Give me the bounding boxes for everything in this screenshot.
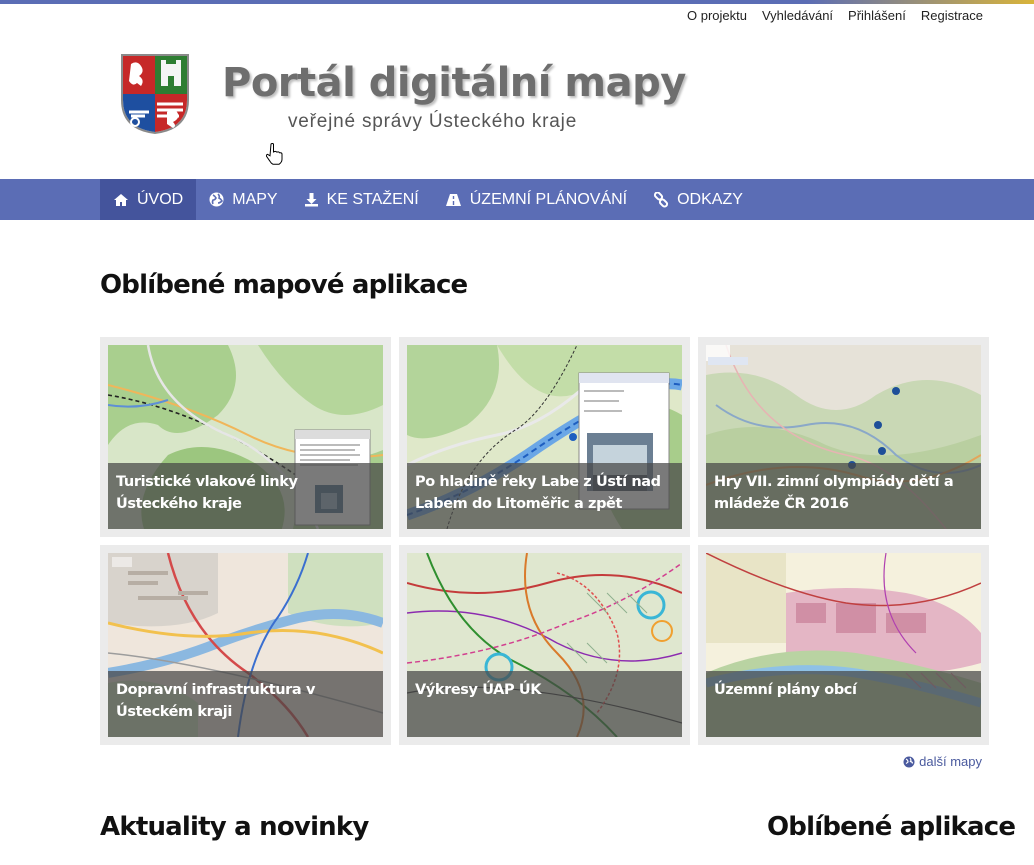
site-subtitle: veřejné správy Ústeckého kraje: [288, 111, 578, 132]
globe-icon: [209, 192, 224, 207]
nav-item-planning[interactable]: ÚZEMNÍ PLÁNOVÁNÍ: [432, 179, 640, 220]
download-icon: [304, 193, 318, 207]
nav-item-label: KE STAŽENÍ: [326, 190, 419, 208]
top-accent-stripe: [0, 0, 1034, 4]
map-tile-uap-drawings[interactable]: Výkresy ÚAP ÚK: [399, 545, 690, 745]
main-navigation: ÚVOD MAPY KE STAŽENÍ ÚZEMNÍ PLÁNOVÁNÍ OD…: [0, 179, 1034, 220]
tile-caption: Po hladině řeky Labe z Ústí nad Labem do…: [407, 463, 682, 529]
tile-caption: Hry VII. zimní olympiády dětí a mládeže …: [706, 463, 981, 529]
map-tile-olympics[interactable]: Hry VII. zimní olympiády dětí a mládeže …: [698, 337, 989, 537]
news-heading: Aktuality a novinky: [100, 812, 369, 842]
tile-caption: Turistické vlakové linky Ústeckého kraje: [108, 463, 383, 529]
nav-item-label: ÚZEMNÍ PLÁNOVÁNÍ: [469, 190, 628, 208]
home-icon: [114, 193, 128, 206]
tile-caption: Výkresy ÚAP ÚK: [407, 671, 682, 737]
top-links: O projektu Vyhledávání Přihlášení Regist…: [687, 8, 983, 23]
map-tile-elbe-boat[interactable]: Po hladině řeky Labe z Ústí nad Labem do…: [399, 337, 690, 537]
nav-item-label: ÚVOD: [137, 190, 184, 208]
toplink-about[interactable]: O projektu: [687, 8, 747, 23]
nav-item-home[interactable]: ÚVOD: [100, 179, 197, 220]
nav-item-label: MAPY: [232, 190, 278, 208]
toplink-search[interactable]: Vyhledávání: [762, 8, 833, 23]
coat-of-arms-logo[interactable]: [117, 50, 193, 136]
map-tile-municipal-plans[interactable]: Územní plány obcí: [698, 545, 989, 745]
more-maps-link[interactable]: další mapy: [903, 754, 982, 769]
favorite-apps-heading: Oblíbené aplikace: [767, 812, 1016, 842]
tile-caption: Dopravní infrastruktura v Ústeckém kraji: [108, 671, 383, 737]
map-tile-transport-infrastructure[interactable]: Dopravní infrastruktura v Ústeckém kraji: [100, 545, 391, 745]
favorite-maps-heading: Oblíbené mapové aplikace: [100, 270, 468, 300]
nav-item-links[interactable]: ODKAZY: [640, 179, 756, 220]
hand-cursor-icon: [265, 143, 284, 165]
site-title[interactable]: Portál digitální mapy: [222, 60, 686, 106]
more-maps-label: další mapy: [919, 754, 982, 769]
toplink-login[interactable]: Přihlášení: [848, 8, 906, 23]
globe-icon: [903, 756, 915, 767]
map-tile-tourist-trains[interactable]: Turistické vlakové linky Ústeckého kraje: [100, 337, 391, 537]
toplink-register[interactable]: Registrace: [921, 8, 983, 23]
road-icon: [445, 193, 461, 206]
link-icon: [654, 191, 669, 208]
tile-caption: Územní plány obcí: [706, 671, 981, 737]
nav-item-label: ODKAZY: [677, 190, 743, 208]
nav-item-downloads[interactable]: KE STAŽENÍ: [291, 179, 432, 220]
nav-item-maps[interactable]: MAPY: [196, 179, 290, 220]
